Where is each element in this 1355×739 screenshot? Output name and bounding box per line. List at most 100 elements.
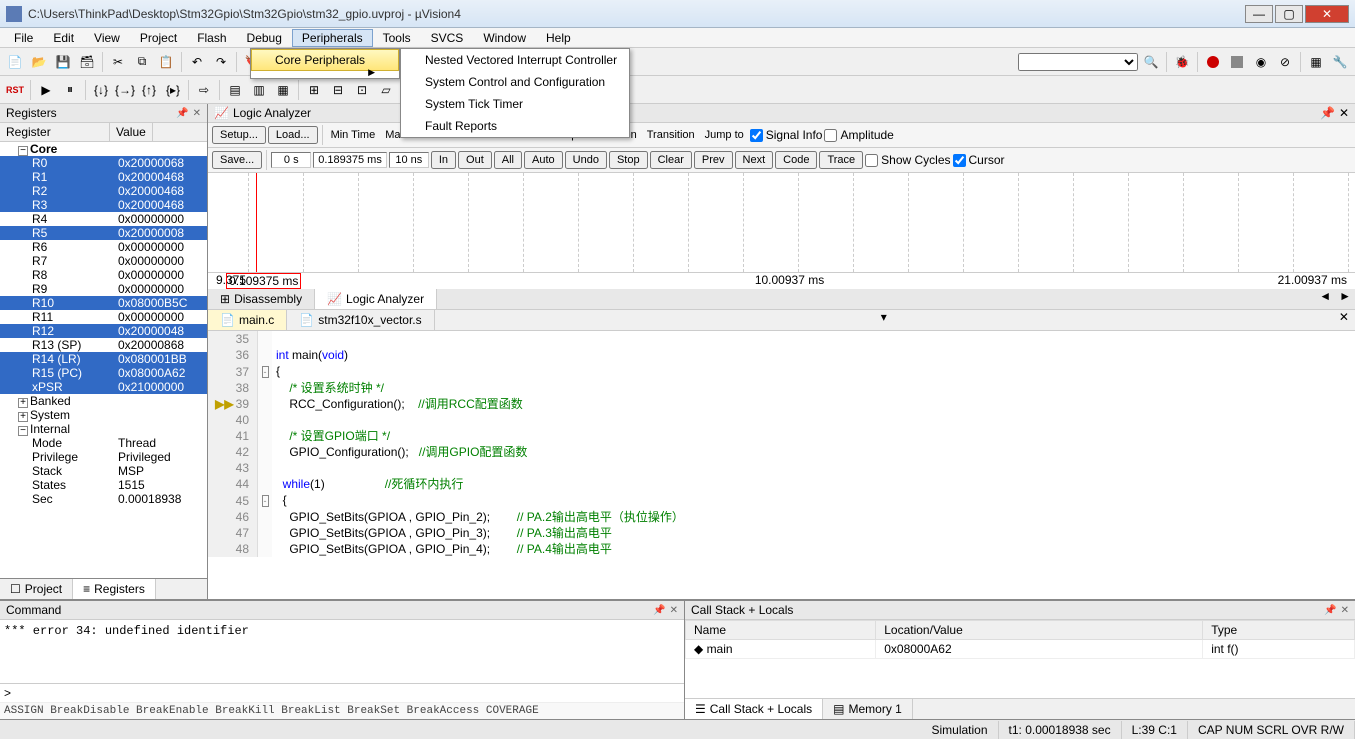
save-icon[interactable]: 💾 (52, 51, 74, 73)
file-tab-main[interactable]: 📄main.c (208, 310, 287, 330)
menu-window[interactable]: Window (473, 29, 536, 47)
chk-show-cycles[interactable]: Show Cycles (865, 153, 950, 167)
la-next[interactable]: Next (735, 151, 774, 169)
save-all-icon[interactable]: 🗃 (76, 51, 98, 73)
debug-icon[interactable]: 🐞 (1171, 51, 1193, 73)
pin-icon[interactable]: 📌 (1320, 106, 1335, 120)
registers-tree[interactable]: −CoreR00x20000068R10x20000468R20x2000046… (0, 142, 207, 578)
close-pane-icon[interactable]: ✕ (1341, 605, 1349, 616)
pin-icon[interactable]: 📌 (176, 108, 188, 119)
config-icon[interactable]: 🔧 (1329, 51, 1351, 73)
col-location[interactable]: Location/Value (876, 621, 1203, 640)
kill-breakpoints-icon[interactable]: ⊘ (1274, 51, 1296, 73)
show-next-icon[interactable]: ⇨ (193, 79, 215, 101)
symbol-window-icon[interactable]: ▦ (272, 79, 294, 101)
redo-icon[interactable]: ↷ (210, 51, 232, 73)
step-over-icon[interactable]: {→} (114, 79, 136, 101)
core-peripherals-item[interactable]: Core Peripherals (251, 49, 399, 71)
close-button[interactable]: ✕ (1305, 5, 1349, 23)
tab-nav-right-icon[interactable]: ► (1335, 289, 1355, 309)
la-code[interactable]: Code (775, 151, 817, 169)
tab-registers[interactable]: ≡Registers (73, 579, 156, 599)
col-name[interactable]: Name (686, 621, 876, 640)
la-prev[interactable]: Prev (694, 151, 733, 169)
close-pane-icon[interactable]: ✕ (1339, 106, 1349, 120)
col-value[interactable]: Value (110, 123, 153, 141)
reset-icon[interactable]: RST (4, 79, 26, 101)
la-undo[interactable]: Undo (565, 151, 607, 169)
submenu-item[interactable]: System Tick Timer (401, 93, 629, 115)
callstack-row[interactable]: ◆ main 0x08000A62 int f() (686, 640, 1355, 659)
maximize-button[interactable]: ▢ (1275, 5, 1303, 23)
callstack-window-icon[interactable]: ⊟ (327, 79, 349, 101)
new-file-icon[interactable]: 📄 (4, 51, 26, 73)
menu-help[interactable]: Help (536, 29, 581, 47)
cut-icon[interactable]: ✂ (107, 51, 129, 73)
command-input[interactable] (15, 684, 684, 702)
submenu-item[interactable]: Fault Reports (401, 115, 629, 137)
menu-svcs[interactable]: SVCS (421, 29, 474, 47)
tab-memory1[interactable]: ▤Memory 1 (823, 699, 913, 719)
la-clear[interactable]: Clear (650, 151, 692, 169)
tab-callstack[interactable]: ☰Call Stack + Locals (685, 699, 823, 719)
file-tab-close-icon[interactable]: ✕ (1333, 310, 1355, 330)
window-icon[interactable]: ▦ (1305, 51, 1327, 73)
menu-flash[interactable]: Flash (187, 29, 236, 47)
close-pane-icon[interactable]: ✕ (670, 605, 678, 616)
step-into-icon[interactable]: {↓} (90, 79, 112, 101)
la-zoom-out[interactable]: Out (458, 151, 492, 169)
menu-debug[interactable]: Debug (237, 29, 292, 47)
command-window-icon[interactable]: ▤ (224, 79, 246, 101)
tab-project[interactable]: ☐Project (0, 579, 73, 599)
la-setup-button[interactable]: Setup... (212, 126, 266, 144)
find-icon[interactable]: 🔍 (1140, 51, 1162, 73)
file-tab-vector[interactable]: 📄stm32f10x_vector.s (287, 310, 434, 330)
tab-nav-left-icon[interactable]: ◄ (1315, 289, 1335, 309)
watch-window-icon[interactable]: ⊡ (351, 79, 373, 101)
close-pane-icon[interactable]: ✕ (193, 108, 201, 119)
step-out-icon[interactable]: {↑} (138, 79, 160, 101)
la-zoom-all[interactable]: All (494, 151, 522, 169)
menu-peripherals[interactable]: Peripherals (292, 29, 373, 47)
run-icon[interactable]: ▶ (35, 79, 57, 101)
disasm-window-icon[interactable]: ▥ (248, 79, 270, 101)
run-to-cursor-icon[interactable]: {▸} (162, 79, 184, 101)
pin-icon[interactable]: 📌 (653, 605, 665, 616)
open-icon[interactable]: 📂 (28, 51, 50, 73)
copy-icon[interactable]: ⧉ (131, 51, 153, 73)
paste-icon[interactable]: 📋 (155, 51, 177, 73)
tab-logic-analyzer[interactable]: 📈Logic Analyzer (315, 289, 437, 309)
registers-window-icon[interactable]: ⊞ (303, 79, 325, 101)
la-trace[interactable]: Trace (819, 151, 863, 169)
menu-file[interactable]: File (4, 29, 43, 47)
chk-signal-info[interactable]: Signal Info (750, 128, 823, 142)
find-combo[interactable] (1018, 53, 1138, 71)
tab-disassembly[interactable]: ⊞Disassembly (208, 289, 315, 309)
la-save-button[interactable]: Save... (212, 151, 262, 169)
stop-icon[interactable] (1226, 51, 1248, 73)
callstack-table[interactable]: Name Location/Value Type ◆ main 0x08000A… (685, 620, 1355, 659)
code-editor[interactable]: 3536int main(void)37-{38 /* 设置系统时钟 */▶▶3… (208, 331, 1355, 599)
file-tab-menu-icon[interactable]: ▾ (875, 310, 893, 330)
la-auto[interactable]: Auto (524, 151, 563, 169)
submenu-item[interactable]: System Control and Configuration (401, 71, 629, 93)
chk-amplitude[interactable]: Amplitude (824, 128, 893, 142)
halt-icon[interactable]: ⏸ (59, 79, 81, 101)
la-zoom-in[interactable]: In (431, 151, 456, 169)
pin-icon[interactable]: 📌 (1324, 605, 1336, 616)
la-chart[interactable] (208, 173, 1355, 273)
breakpoint-icon[interactable]: ◉ (1250, 51, 1272, 73)
submenu-item[interactable]: Nested Vectored Interrupt Controller (401, 49, 629, 71)
memory-window-icon[interactable]: ▱ (375, 79, 397, 101)
chk-cursor[interactable]: Cursor (953, 153, 1005, 167)
menu-edit[interactable]: Edit (43, 29, 84, 47)
undo-icon[interactable]: ↶ (186, 51, 208, 73)
col-register[interactable]: Register (0, 123, 110, 141)
la-load-button[interactable]: Load... (268, 126, 318, 144)
menu-project[interactable]: Project (130, 29, 187, 47)
record-icon[interactable] (1202, 51, 1224, 73)
menu-view[interactable]: View (84, 29, 130, 47)
menu-tools[interactable]: Tools (373, 29, 421, 47)
minimize-button[interactable]: — (1245, 5, 1273, 23)
la-stop[interactable]: Stop (609, 151, 648, 169)
